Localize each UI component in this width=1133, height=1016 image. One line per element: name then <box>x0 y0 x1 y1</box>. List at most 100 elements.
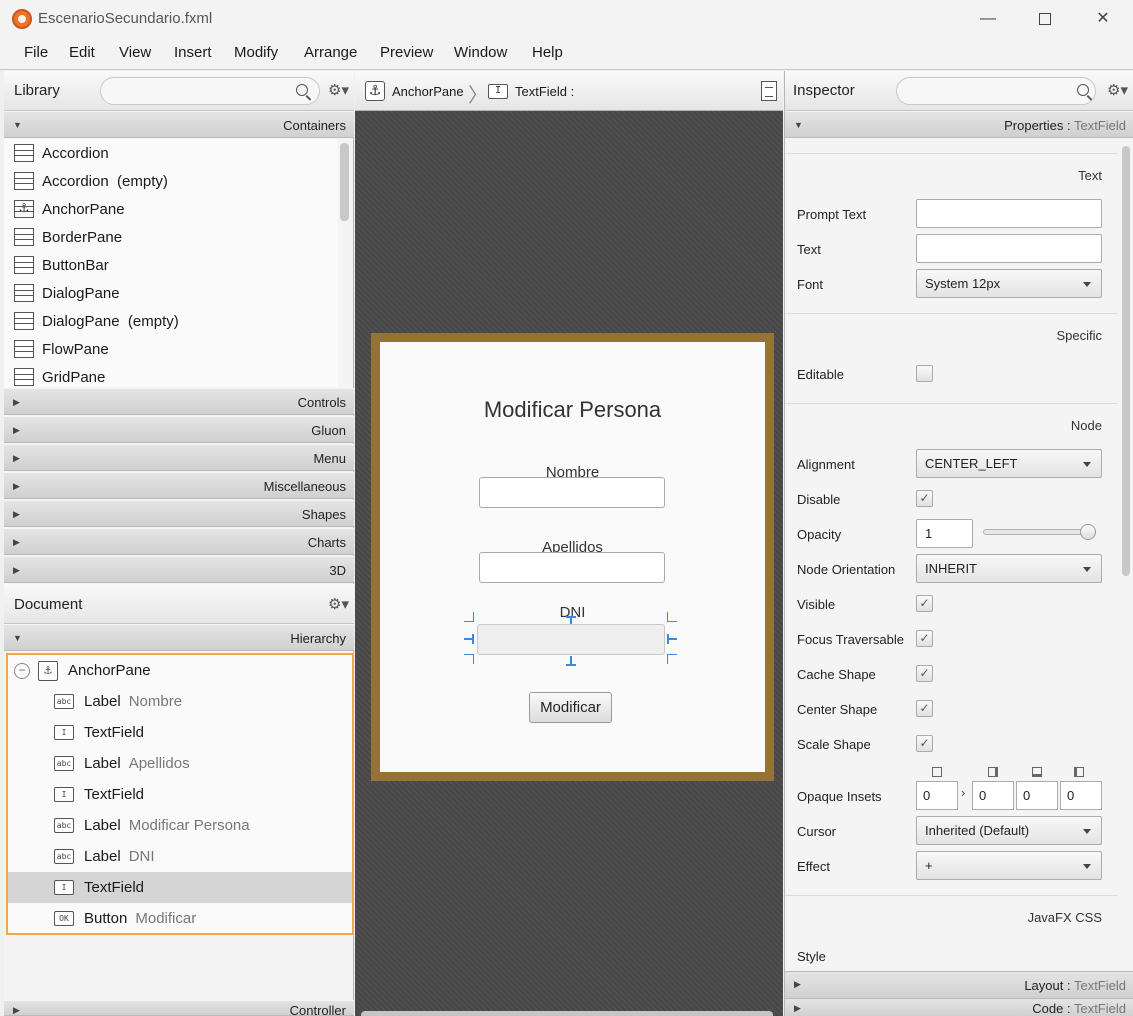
miscellaneous-section-header[interactable]: ▶ Miscellaneous <box>4 472 354 499</box>
scale-shape-checkbox[interactable]: ✓ <box>916 735 933 752</box>
library-item-flowpane[interactable]: FlowPane <box>14 336 109 362</box>
library-item-anchorpane[interactable]: ⚓ AnchorPane <box>14 196 125 222</box>
menu-section-header[interactable]: ▶ Menu <box>4 444 354 471</box>
menu-preview[interactable]: Preview <box>380 44 433 61</box>
library-item-accordion[interactable]: Accordion <box>14 140 109 166</box>
inspector-search-input[interactable] <box>896 77 1096 105</box>
nombre-textfield[interactable] <box>479 477 665 508</box>
document-icon[interactable] <box>761 81 777 101</box>
collapse-icon[interactable]: − <box>14 662 30 679</box>
cursor-dropdown[interactable]: Inherited (Default) <box>916 816 1102 845</box>
opacity-slider[interactable] <box>983 529 1095 535</box>
hierarchy-node-textfield-3-selected[interactable]: I TextField <box>8 872 352 903</box>
library-item-buttonbar[interactable]: ButtonBar <box>14 252 109 278</box>
opaque-inset-right-field[interactable]: 0 <box>972 781 1014 810</box>
focus-traversable-label: Focus Traversable <box>797 632 904 647</box>
hierarchy-node-label-modificar-persona[interactable]: abc Label Modificar Persona <box>8 810 352 841</box>
inspector-scrollbar[interactable] <box>1122 146 1130 576</box>
dni-textfield-selected[interactable] <box>477 624 665 655</box>
inspector-gear-icon[interactable]: ⚙▾ <box>1107 81 1128 99</box>
shapes-section-header[interactable]: ▶ Shapes <box>4 500 354 527</box>
library-scrollbar[interactable] <box>340 143 349 221</box>
selection-handle-bottom-right[interactable] <box>667 654 677 664</box>
center-shape-checkbox[interactable]: ✓ <box>916 700 933 717</box>
editable-checkbox[interactable] <box>916 365 933 382</box>
inset-link-icon[interactable]: › <box>961 785 965 800</box>
node-orientation-dropdown[interactable]: INHERIT <box>916 554 1102 583</box>
gluon-section-header[interactable]: ▶ Gluon <box>4 416 354 443</box>
library-item-borderpane[interactable]: BorderPane <box>14 224 122 250</box>
opacity-field[interactable]: 1 <box>916 519 973 548</box>
scene-builder-app-icon <box>12 9 32 29</box>
menu-modify[interactable]: Modify <box>234 44 278 61</box>
library-item-dialogpane-empty[interactable]: DialogPane (empty) <box>14 308 179 334</box>
close-button[interactable]: ✕ <box>1080 6 1126 32</box>
text-field[interactable] <box>916 234 1102 263</box>
hierarchy-node-textfield-1[interactable]: I TextField <box>8 717 352 748</box>
opaque-inset-left-field[interactable]: 0 <box>1060 781 1102 810</box>
opaque-inset-bottom-field[interactable]: 0 <box>1016 781 1058 810</box>
menu-insert[interactable]: Insert <box>174 44 212 61</box>
library-item-accordion-empty[interactable]: Accordion (empty) <box>14 168 168 194</box>
hierarchy-section-header[interactable]: ▼ Hierarchy <box>4 624 354 651</box>
canvas-horizontal-scrollbar[interactable] <box>361 1011 773 1016</box>
scale-shape-label: Scale Shape <box>797 737 871 752</box>
opacity-slider-thumb[interactable] <box>1080 524 1096 540</box>
minimize-button[interactable]: — <box>965 6 1011 32</box>
library-search-input[interactable] <box>100 77 320 105</box>
3d-section-header[interactable]: ▶ 3D <box>4 556 354 583</box>
containers-section-header[interactable]: ▼ Containers <box>4 111 354 138</box>
library-item-gridpane[interactable]: GridPane <box>14 364 105 387</box>
apellidos-textfield[interactable] <box>479 552 665 583</box>
opaque-inset-top-field[interactable]: 0 <box>916 781 958 810</box>
library-gear-icon[interactable]: ⚙▾ <box>328 81 349 99</box>
alignment-dropdown[interactable]: CENTER_LEFT <box>916 449 1102 478</box>
label-icon: abc <box>54 818 74 833</box>
inset-bottom-icon <box>1032 767 1042 777</box>
anchorpane-stage[interactable]: Modificar Persona Nombre Apellidos DNI M… <box>371 333 774 781</box>
menu-window[interactable]: Window <box>454 44 507 61</box>
selection-handle-left-stem <box>472 634 474 644</box>
library-item-dialogpane[interactable]: DialogPane <box>14 280 120 306</box>
menu-arrange[interactable]: Arrange <box>304 44 357 61</box>
menu-help[interactable]: Help <box>532 44 563 61</box>
button-icon: OK <box>54 911 74 926</box>
stage-title-label[interactable]: Modificar Persona <box>380 397 765 423</box>
hierarchy-root-anchorpane[interactable]: − ⚓ AnchorPane <box>8 655 352 686</box>
selection-handle-bottom[interactable] <box>566 664 576 666</box>
selection-handle-top-left[interactable] <box>464 612 474 622</box>
hierarchy-node-button-modificar[interactable]: OK Button Modificar <box>8 903 352 934</box>
opaque-insets-label: Opaque Insets <box>797 789 882 804</box>
selection-handle-top-right[interactable] <box>667 612 677 622</box>
modificar-button[interactable]: Modificar <box>529 692 612 723</box>
hierarchy-node-label-nombre[interactable]: abc Label Nombre <box>8 686 352 717</box>
effect-dropdown[interactable]: + <box>916 851 1102 880</box>
selection-handle-right[interactable] <box>667 638 677 640</box>
maximize-button[interactable] <box>1022 6 1068 32</box>
hierarchy-node-label-dni[interactable]: abc Label DNI <box>8 841 352 872</box>
document-gear-icon[interactable]: ⚙▾ <box>328 595 349 613</box>
menu-view[interactable]: View <box>119 44 151 61</box>
menu-file[interactable]: File <box>24 44 48 61</box>
menu-edit[interactable]: Edit <box>69 44 95 61</box>
charts-section-header[interactable]: ▶ Charts <box>4 528 354 555</box>
dni-label[interactable]: DNI <box>380 604 765 621</box>
focus-traversable-checkbox[interactable]: ✓ <box>916 630 933 647</box>
font-dropdown[interactable]: System 12px <box>916 269 1102 298</box>
prompt-text-field[interactable] <box>916 199 1102 228</box>
controller-section-header[interactable]: ▶ Controller <box>4 1000 354 1016</box>
properties-section-header[interactable]: ▼ Properties : TextField <box>785 111 1133 138</box>
breadcrumb-root[interactable]: AnchorPane <box>392 84 464 99</box>
hierarchy-node-label-apellidos[interactable]: abc Label Apellidos <box>8 748 352 779</box>
visible-checkbox[interactable]: ✓ <box>916 595 933 612</box>
cache-shape-checkbox[interactable]: ✓ <box>916 665 933 682</box>
content-canvas[interactable]: ⚓ AnchorPane 〉 I TextField : Modificar P… <box>355 71 783 1016</box>
code-section-header[interactable]: ▶ Code : TextField <box>785 998 1133 1016</box>
library-header: Library ⚙▾ <box>4 71 354 111</box>
disable-checkbox[interactable]: ✓ <box>916 490 933 507</box>
selection-handle-bottom-left[interactable] <box>464 654 474 664</box>
breadcrumb-current[interactable]: TextField : <box>515 84 574 99</box>
controls-section-header[interactable]: ▶ Controls <box>4 388 354 415</box>
layout-section-header[interactable]: ▶ Layout : TextField <box>785 971 1133 998</box>
hierarchy-node-textfield-2[interactable]: I TextField <box>8 779 352 810</box>
